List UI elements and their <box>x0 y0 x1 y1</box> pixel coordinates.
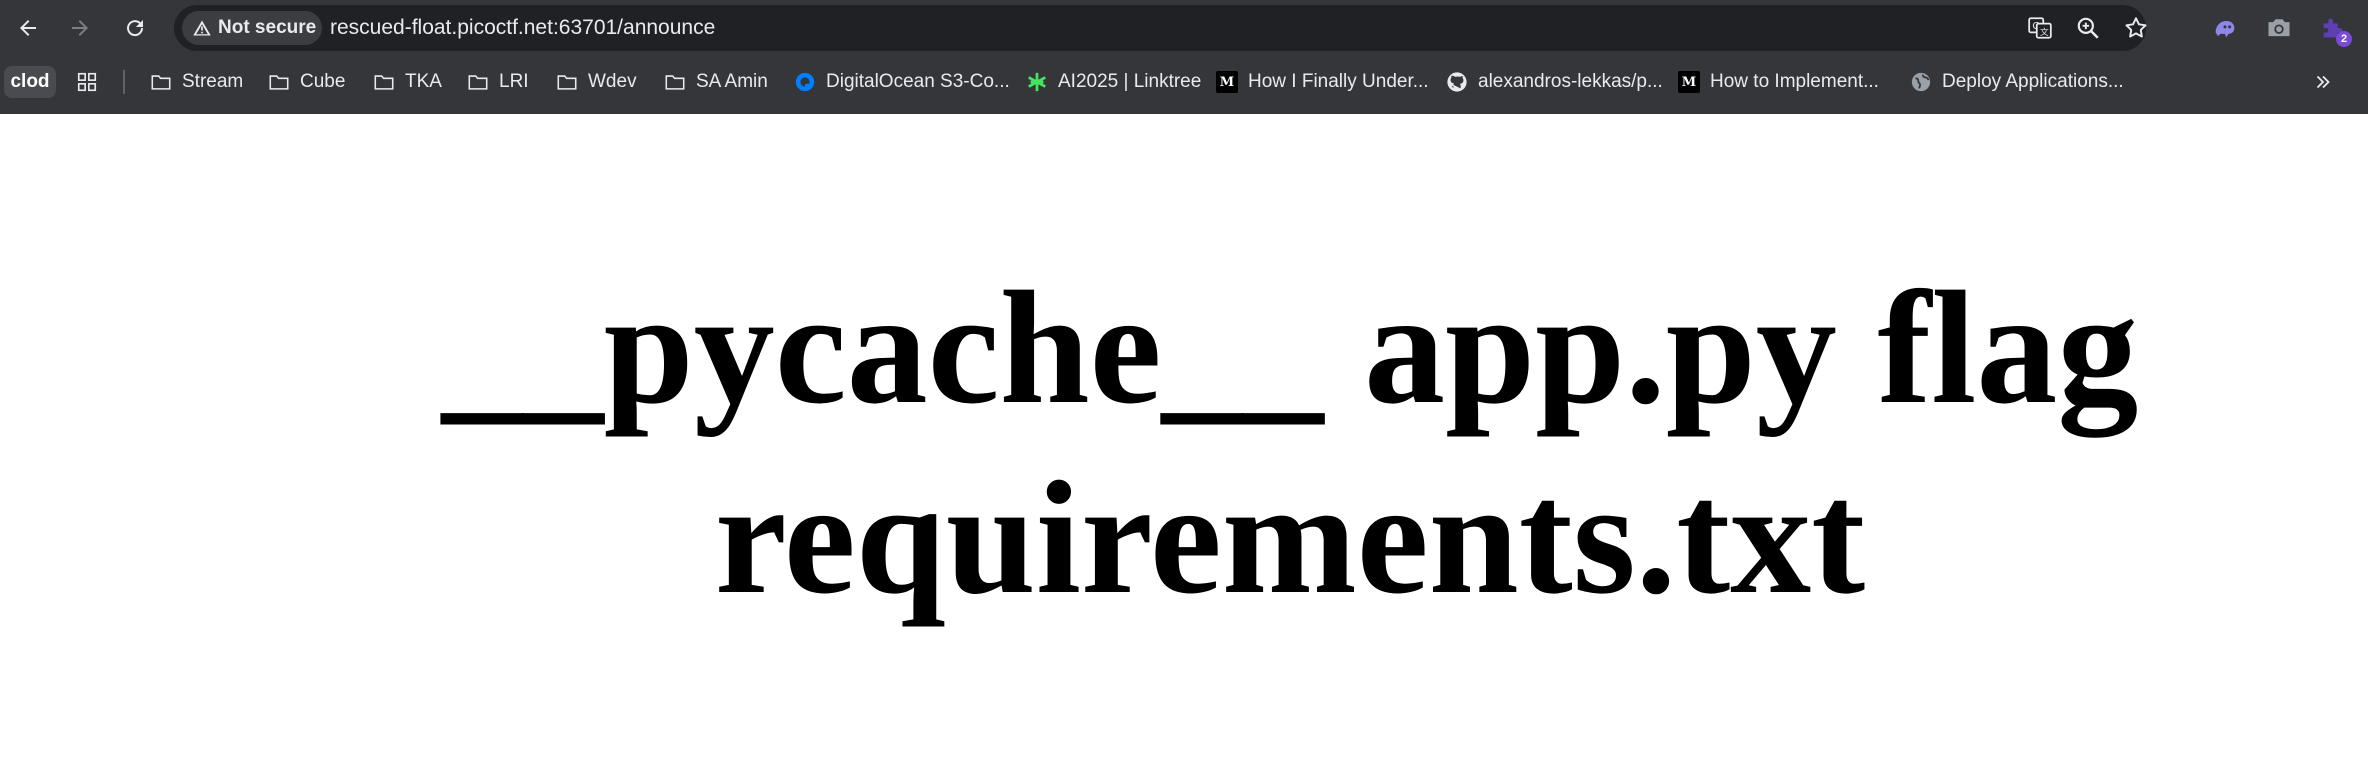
folder-icon <box>150 71 172 93</box>
security-label: Not secure <box>218 17 317 38</box>
folder-icon <box>664 71 686 93</box>
bookmark-label: How to Implement... <box>1710 71 1879 92</box>
bookmark-folder-cube[interactable]: Cube <box>268 66 345 98</box>
globe-icon <box>1910 71 1932 93</box>
reload-icon <box>127 20 144 37</box>
bookmark-medium-1[interactable]: M How I Finally Under... <box>1216 66 1429 98</box>
forward-arrow-icon <box>72 20 88 36</box>
camera-icon <box>2268 19 2290 37</box>
linktree-icon <box>1026 71 1048 93</box>
apps-grid-icon <box>76 71 98 93</box>
github-icon <box>1446 71 1468 93</box>
bookmark-label: SA Amin <box>696 71 768 92</box>
security-indicator[interactable]: Not secure <box>182 11 322 45</box>
bookmark-label: How I Finally Under... <box>1248 71 1429 92</box>
digitalocean-icon <box>794 71 816 93</box>
url-text[interactable]: rescued-float.picoctf.net:63701/announce <box>330 5 715 51</box>
claude-extension-icon <box>2215 21 2235 38</box>
folder-icon <box>268 71 290 93</box>
extensions-menu-button[interactable]: 2 <box>2318 13 2352 47</box>
extension-button-2[interactable] <box>2264 13 2294 43</box>
browser-toolbar: Not secure rescued-float.picoctf.net:637… <box>0 0 2368 56</box>
bookmark-folder-sa-amin[interactable]: SA Amin <box>664 66 768 98</box>
apps-button[interactable] <box>76 66 108 98</box>
address-bar[interactable]: Not secure rescued-float.picoctf.net:637… <box>174 5 2147 51</box>
folder-icon <box>556 71 578 93</box>
bookmark-label: TKA <box>405 71 442 92</box>
bookmark-medium-2[interactable]: M How to Implement... <box>1678 66 1879 98</box>
browser-chrome: Not secure rescued-float.picoctf.net:637… <box>0 0 2368 114</box>
bookmark-folder-lri[interactable]: LRI <box>467 66 529 98</box>
bookmark-deploy[interactable]: Deploy Applications... <box>1910 66 2124 98</box>
bookmark-folder-wdev[interactable]: Wdev <box>556 66 637 98</box>
bookmark-label: LRI <box>499 71 529 92</box>
bookmarks-overflow-button[interactable] <box>2312 66 2344 98</box>
translate-button[interactable]: G文 <box>2026 14 2054 42</box>
back-button[interactable] <box>8 8 48 48</box>
extension-button-1[interactable] <box>2210 13 2240 43</box>
bookmark-github[interactable]: alexandros-lekkas/p... <box>1446 66 1663 98</box>
warning-icon <box>193 20 211 36</box>
bookmark-label: Wdev <box>588 71 637 92</box>
bookmark-label: Stream <box>182 71 244 92</box>
bookmark-star-button[interactable] <box>2122 14 2150 42</box>
forward-button[interactable] <box>60 8 100 48</box>
directory-listing-heading: __pycache__ app.py flag requirements.txt <box>441 259 2139 628</box>
bookmark-label: DigitalOcean S3-Co... <box>826 71 1010 92</box>
bookmarks-bar: clod Stream Cube TKA LRI Wdev SA Amin Di… <box>0 62 2368 102</box>
folder-icon <box>373 71 395 93</box>
medium-icon: M <box>1216 71 1238 93</box>
medium-icon: M <box>1678 71 1700 93</box>
bookmark-folder-tka[interactable]: TKA <box>373 66 442 98</box>
bookmark-label: AI2025 | Linktree <box>1058 71 1202 92</box>
zoom-button[interactable] <box>2074 14 2102 42</box>
svg-text:文: 文 <box>2040 26 2049 38</box>
profile-chip[interactable]: clod <box>4 66 56 98</box>
reload-button[interactable] <box>115 8 155 48</box>
double-chevron-right-icon <box>2312 71 2334 93</box>
bookmark-digitalocean[interactable]: DigitalOcean S3-Co... <box>794 66 1010 98</box>
folder-icon <box>467 71 489 93</box>
page-content: __pycache__ app.py flag requirements.txt <box>0 114 2368 782</box>
bookmark-label: alexandros-lekkas/p... <box>1478 71 1663 92</box>
translate-icon: G文 <box>2028 17 2052 39</box>
back-arrow-icon <box>20 20 36 36</box>
bookmark-label: Cube <box>300 71 346 92</box>
extension-count-badge: 2 <box>2336 31 2352 47</box>
zoom-in-icon <box>2077 17 2099 39</box>
bookmark-label: Deploy Applications... <box>1942 71 2124 92</box>
star-icon <box>2125 17 2147 38</box>
bookmarks-separator <box>123 70 125 94</box>
bookmark-folder-stream[interactable]: Stream <box>150 66 243 98</box>
bookmark-linktree[interactable]: AI2025 | Linktree <box>1026 66 1201 98</box>
